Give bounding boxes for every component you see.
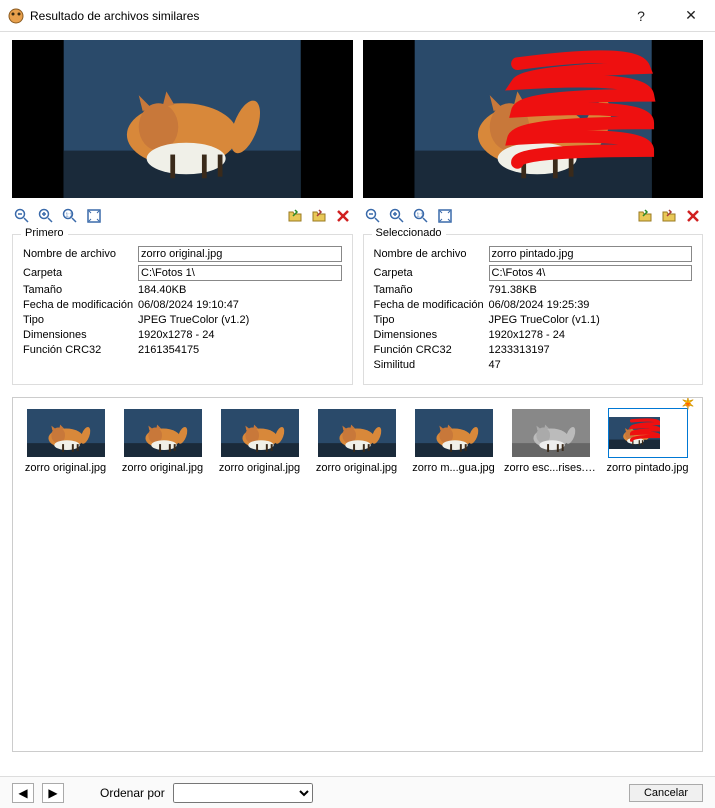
size-value: 184.40KB: [138, 284, 342, 296]
zoom-actual-button-right[interactable]: 1:1: [411, 206, 431, 226]
folder-label-r: Carpeta: [374, 267, 489, 279]
thumbnail-caption: zorro esc...rises.jpg: [504, 462, 597, 474]
info-panels: Primero Nombre de archivo Carpeta Tamaño…: [0, 230, 715, 393]
bottom-bar: ◀ ▶ Ordenar por Cancelar: [0, 776, 715, 808]
thumbnail-image: [26, 408, 106, 458]
move-folder-right-button[interactable]: [659, 206, 679, 226]
info-panel-left: Primero Nombre de archivo Carpeta Tamaño…: [12, 234, 353, 385]
dims-label-r: Dimensiones: [374, 329, 489, 341]
thumbnail-caption: zorro pintado.jpg: [601, 462, 694, 474]
thumbnail-image: [317, 408, 397, 458]
modified-label-r: Fecha de modificación: [374, 299, 489, 311]
app-icon: [8, 8, 24, 24]
prev-button[interactable]: ◀: [12, 783, 34, 803]
delete-right-button[interactable]: [683, 206, 703, 226]
panel-legend-right: Seleccionado: [372, 227, 446, 239]
folder-label: Carpeta: [23, 267, 138, 279]
sort-label: Ordenar por: [100, 786, 165, 800]
filename-label: Nombre de archivo: [23, 248, 138, 260]
size-label-r: Tamaño: [374, 284, 489, 296]
thumbnail-item[interactable]: zorro m...gua.jpg: [407, 404, 500, 474]
thumbnail-item[interactable]: zorro original.jpg: [310, 404, 403, 474]
zoom-fit-button[interactable]: [84, 206, 104, 226]
zoom-fit-button-right[interactable]: [435, 206, 455, 226]
dims-value: 1920x1278 - 24: [138, 329, 342, 341]
delete-left-button[interactable]: [333, 206, 353, 226]
size-value-r: 791.38KB: [489, 284, 693, 296]
thumbnail-item[interactable]: zorro original.jpg: [213, 404, 306, 474]
window-title: Resultado de archivos similares: [30, 9, 625, 23]
preview-row: [0, 32, 715, 206]
modified-value: 06/08/2024 19:10:47: [138, 299, 342, 311]
thumbnail-image: [220, 408, 300, 458]
zoom-in-button[interactable]: [36, 206, 56, 226]
thumbnail-caption: zorro original.jpg: [116, 462, 209, 474]
thumbnail-item[interactable]: zorro original.jpg: [19, 404, 112, 474]
modified-value-r: 06/08/2024 19:25:39: [489, 299, 693, 311]
sort-select[interactable]: [173, 783, 313, 803]
toolbar-left: 1:1: [12, 206, 353, 226]
crc-label: Función CRC32: [23, 344, 138, 356]
type-value-r: JPEG TrueColor (v1.1): [489, 314, 693, 326]
open-folder-left-button[interactable]: [285, 206, 305, 226]
thumbnail-image: [511, 408, 591, 458]
preview-left: [12, 40, 353, 198]
type-label-r: Tipo: [374, 314, 489, 326]
type-value: JPEG TrueColor (v1.2): [138, 314, 342, 326]
thumbnail-item[interactable]: zorro esc...rises.jpg: [504, 404, 597, 474]
size-label: Tamaño: [23, 284, 138, 296]
preview-right: [363, 40, 704, 198]
thumbnail-caption: zorro original.jpg: [19, 462, 112, 474]
info-panel-right: Seleccionado Nombre de archivo Carpeta T…: [363, 234, 704, 385]
next-button[interactable]: ▶: [42, 783, 64, 803]
filename-input-right[interactable]: [489, 246, 693, 262]
close-button[interactable]: ✕: [675, 4, 707, 28]
folder-input-left[interactable]: [138, 265, 342, 281]
thumbnail-image: [414, 408, 494, 458]
titlebar: Resultado de archivos similares ? ✕: [0, 0, 715, 32]
thumbnail-image: [608, 408, 688, 458]
crc-label-r: Función CRC32: [374, 344, 489, 356]
folder-input-right[interactable]: [489, 265, 693, 281]
toolbar-right: 1:1: [363, 206, 704, 226]
move-folder-left-button[interactable]: [309, 206, 329, 226]
cancel-button[interactable]: Cancelar: [629, 784, 703, 802]
crc-value: 2161354175: [138, 344, 342, 356]
crc-value-r: 1233313197: [489, 344, 693, 356]
zoom-in-button-right[interactable]: [387, 206, 407, 226]
thumbnail-caption: zorro original.jpg: [310, 462, 403, 474]
zoom-actual-button[interactable]: 1:1: [60, 206, 80, 226]
dims-value-r: 1920x1278 - 24: [489, 329, 693, 341]
open-folder-right-button[interactable]: [635, 206, 655, 226]
cursor-starburst-icon: [680, 397, 696, 415]
similarity-value: 47: [489, 359, 693, 371]
thumbnail-caption: zorro m...gua.jpg: [407, 462, 500, 474]
modified-label: Fecha de modificación: [23, 299, 138, 311]
thumbnail-image: [123, 408, 203, 458]
filename-input-left[interactable]: [138, 246, 342, 262]
dims-label: Dimensiones: [23, 329, 138, 341]
filename-label-r: Nombre de archivo: [374, 248, 489, 260]
zoom-out-button[interactable]: [12, 206, 32, 226]
thumbnail-list[interactable]: zorro original.jpg zorro original.jpg zorr…: [12, 397, 703, 752]
thumbnail-item[interactable]: zorro pintado.jpg: [601, 404, 694, 474]
help-button[interactable]: ?: [625, 4, 657, 28]
toolbar-row: 1:1 1:1: [0, 206, 715, 230]
thumbnail-item[interactable]: zorro original.jpg: [116, 404, 209, 474]
svg-text:1:1: 1:1: [416, 213, 423, 219]
similarity-label: Similitud: [374, 359, 489, 371]
zoom-out-button-right[interactable]: [363, 206, 383, 226]
panel-legend-left: Primero: [21, 227, 68, 239]
type-label: Tipo: [23, 314, 138, 326]
svg-text:1:1: 1:1: [66, 213, 73, 219]
thumbnail-caption: zorro original.jpg: [213, 462, 306, 474]
